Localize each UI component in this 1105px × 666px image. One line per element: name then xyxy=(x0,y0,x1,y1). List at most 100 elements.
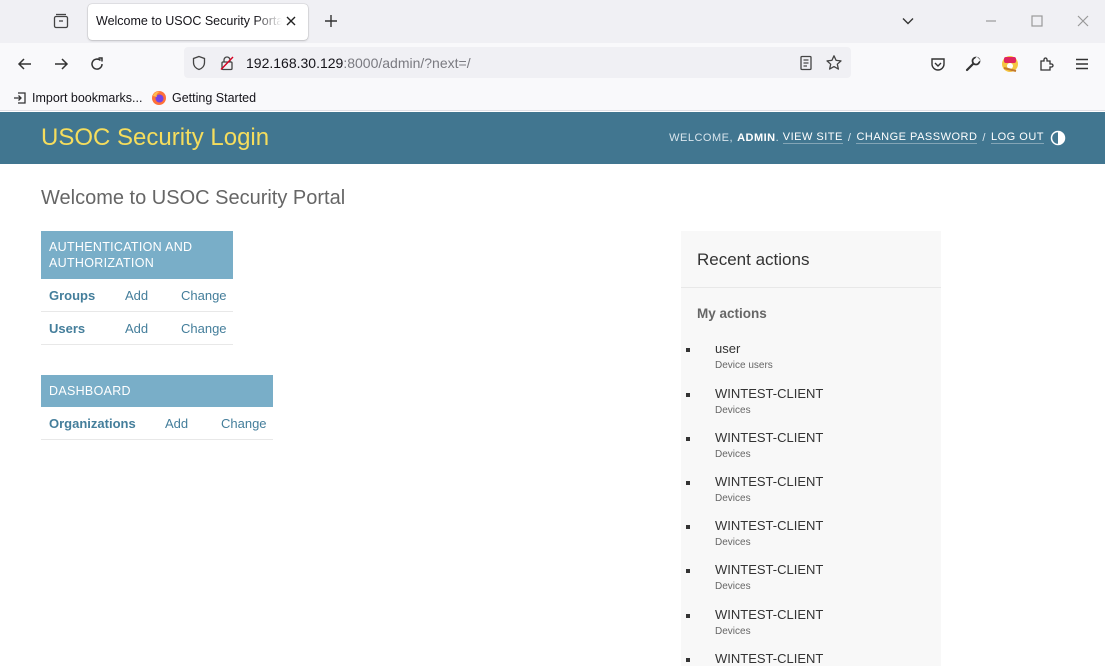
action-content-type: Devices xyxy=(715,449,751,460)
add-user-link[interactable]: Add xyxy=(125,321,148,336)
action-item: WINTEST-CLIENT Devices xyxy=(681,562,941,606)
insecure-lock-icon[interactable] xyxy=(218,54,236,72)
shield-icon[interactable] xyxy=(190,54,208,72)
close-tab-icon[interactable] xyxy=(282,12,300,30)
module-caption[interactable]: AUTHENTICATION AND AUTHORIZATION xyxy=(41,231,233,279)
action-object-link[interactable]: WINTEST-CLIENT xyxy=(715,518,823,533)
action-object-link[interactable]: WINTEST-CLIENT xyxy=(715,562,823,577)
bullet xyxy=(686,348,690,352)
navigation-bar: 192.168.30.129:8000/admin/?next=/ xyxy=(0,43,1105,84)
username: ADMIN xyxy=(737,131,776,144)
bullet xyxy=(686,525,690,529)
pocket-icon[interactable] xyxy=(926,52,950,76)
extensions-icon[interactable] xyxy=(1034,52,1058,76)
bullet xyxy=(686,437,690,441)
bullet xyxy=(686,614,690,618)
site-header: USOC Security Login WELCOME, ADMIN . VIE… xyxy=(0,112,1105,164)
recent-actions-panel: Recent actions My actions user Device use… xyxy=(681,231,941,666)
bookmark-import[interactable]: Import bookmarks... xyxy=(13,89,142,107)
url-path: :8000/admin/?next=/ xyxy=(343,55,471,71)
action-content-type: Devices xyxy=(715,537,751,548)
address-bar[interactable]: 192.168.30.129:8000/admin/?next=/ xyxy=(184,47,851,78)
wrench-icon[interactable] xyxy=(961,52,985,76)
bullet xyxy=(686,658,690,662)
action-object-link[interactable]: WINTEST-CLIENT xyxy=(715,386,823,401)
tab-overview-icon[interactable] xyxy=(50,10,72,32)
page-title: Welcome to USOC Security Portal xyxy=(41,187,346,209)
action-item: WINTEST-CLIENT Devices xyxy=(681,607,941,651)
site-branding[interactable]: USOC Security Login xyxy=(41,124,269,152)
separator: / xyxy=(847,131,852,144)
punctuation: . xyxy=(775,131,783,144)
action-content-type: Devices xyxy=(715,405,751,416)
tab-title: Welcome to USOC Security Portal | Django… xyxy=(96,14,282,28)
groups-link[interactable]: Groups xyxy=(49,288,95,303)
divider xyxy=(681,287,941,288)
action-content-type: Devices xyxy=(715,581,751,592)
action-item: user Device users xyxy=(681,341,941,385)
action-object-link[interactable]: WINTEST-CLIENT xyxy=(715,607,823,622)
log-out-link[interactable]: LOG OUT xyxy=(990,131,1044,144)
module-caption[interactable]: DASHBOARD xyxy=(41,375,273,407)
bookmark-label: Import bookmarks... xyxy=(32,91,143,105)
menu-icon[interactable] xyxy=(1070,52,1094,76)
model-row-organizations: Organizations Add Change xyxy=(41,407,273,440)
url-text[interactable]: 192.168.30.129:8000/admin/?next=/ xyxy=(246,55,471,71)
action-content-type: Device users xyxy=(715,360,773,371)
close-window-icon[interactable] xyxy=(1072,10,1094,32)
bullet xyxy=(686,481,690,485)
module-auth: AUTHENTICATION AND AUTHORIZATION Groups … xyxy=(41,231,233,345)
caption-line: AUTHENTICATION AND xyxy=(49,240,193,254)
action-object-link[interactable]: user xyxy=(715,341,740,356)
welcome-text: WELCOME, xyxy=(669,131,734,144)
star-icon[interactable] xyxy=(825,54,843,72)
firefox-icon xyxy=(152,91,166,105)
action-item: WINTEST-CLIENT Devices xyxy=(681,430,941,474)
bookmarks-bar: Import bookmarks... Getting Started xyxy=(0,84,1105,111)
bullet xyxy=(686,569,690,573)
my-actions-subtitle: My actions xyxy=(697,306,767,321)
change-organization-link[interactable]: Change xyxy=(221,416,267,431)
action-content-type: Devices xyxy=(715,493,751,504)
change-group-link[interactable]: Change xyxy=(181,288,227,303)
minimize-icon[interactable] xyxy=(980,10,1002,32)
extension-avatar-icon[interactable] xyxy=(998,52,1022,76)
view-site-link[interactable]: VIEW SITE xyxy=(782,131,843,144)
bookmark-getting-started[interactable]: Getting Started xyxy=(151,89,256,107)
caption-line: AUTHORIZATION xyxy=(49,256,155,270)
action-item: WINTEST-CLIENT Devices xyxy=(681,518,941,562)
chevron-down-icon[interactable] xyxy=(897,10,919,32)
tab-strip: Welcome to USOC Security Portal | Django… xyxy=(0,0,1105,43)
user-tools: WELCOME, ADMIN . VIEW SITE / CHANGE PASS… xyxy=(669,131,1044,144)
import-icon xyxy=(14,92,26,104)
action-item: WINTEST-CLIENT Devices xyxy=(681,386,941,430)
url-host: 192.168.30.129 xyxy=(246,55,344,71)
active-tab[interactable]: Welcome to USOC Security Portal | Django… xyxy=(88,4,308,40)
change-user-link[interactable]: Change xyxy=(181,321,227,336)
recent-actions-title: Recent actions xyxy=(697,250,810,269)
new-tab-icon[interactable] xyxy=(320,10,342,32)
forward-icon[interactable] xyxy=(49,52,73,76)
action-object-link[interactable]: WINTEST-CLIENT xyxy=(715,474,823,489)
maximize-icon[interactable] xyxy=(1026,10,1048,32)
bookmark-label: Getting Started xyxy=(172,91,257,105)
model-row-users: Users Add Change xyxy=(41,312,233,345)
add-group-link[interactable]: Add xyxy=(125,288,148,303)
separator: / xyxy=(982,131,986,144)
organizations-link[interactable]: Organizations xyxy=(49,416,136,431)
reader-view-icon[interactable] xyxy=(797,54,815,72)
action-content-type: Devices xyxy=(715,626,751,637)
users-link[interactable]: Users xyxy=(49,321,85,336)
theme-toggle-icon[interactable] xyxy=(1050,130,1066,146)
change-password-link[interactable]: CHANGE PASSWORD xyxy=(856,131,978,144)
model-row-groups: Groups Add Change xyxy=(41,279,233,312)
reload-icon[interactable] xyxy=(85,52,109,76)
action-object-link[interactable]: WINTEST-CLIENT xyxy=(715,430,823,445)
back-icon[interactable] xyxy=(13,52,37,76)
action-object-link[interactable]: WINTEST-CLIENT xyxy=(715,651,823,666)
bullet xyxy=(686,393,690,397)
module-dashboard: DASHBOARD Organizations Add Change xyxy=(41,375,273,440)
action-item: WINTEST-CLIENT xyxy=(681,651,941,666)
add-organization-link[interactable]: Add xyxy=(165,416,188,431)
browser-window: Welcome to USOC Security Portal | Django… xyxy=(0,0,1105,666)
